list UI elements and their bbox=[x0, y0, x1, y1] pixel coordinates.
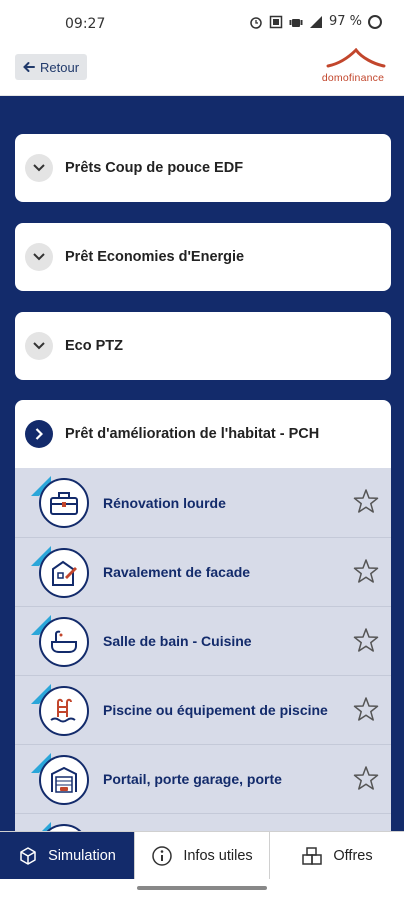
list-item-partial[interactable] bbox=[15, 813, 391, 831]
sub-list: Rénovation lourde Ravalement de facade S… bbox=[15, 468, 391, 831]
accordion-card-expanded[interactable]: Prêt d'amélioration de l'habitat - PCH R… bbox=[15, 400, 391, 831]
logo-text: domofinance bbox=[321, 72, 385, 84]
accordion-card[interactable]: Prêts Coup de pouce EDF bbox=[15, 134, 391, 202]
accordion-title: Prêt d'amélioration de l'habitat - PCH bbox=[65, 426, 320, 442]
android-icon bbox=[289, 18, 303, 27]
chevron-down-icon bbox=[25, 154, 53, 182]
list-item-label: Salle de bain - Cuisine bbox=[103, 633, 252, 649]
accordion-title: Prêt Economies d'Energie bbox=[65, 249, 245, 265]
list-item[interactable]: Rénovation lourde bbox=[15, 468, 391, 537]
accordion-title: Prêts Coup de pouce EDF bbox=[65, 160, 244, 176]
status-icons: 97 % bbox=[249, 14, 382, 29]
app-header: Retour domofinance bbox=[0, 40, 404, 96]
tab-label: Infos utiles bbox=[183, 847, 253, 864]
tab-offres[interactable]: Offres bbox=[269, 832, 404, 879]
boxes-icon bbox=[302, 846, 323, 865]
list-item-label: Rénovation lourde bbox=[103, 494, 226, 511]
chevron-right-icon bbox=[25, 420, 53, 448]
accordion-header[interactable]: Prêt d'amélioration de l'habitat - PCH bbox=[15, 400, 391, 468]
gallery-icon bbox=[269, 15, 283, 28]
star-icon[interactable] bbox=[353, 558, 379, 584]
accordion-card[interactable]: Prêt Economies d'Energie bbox=[15, 223, 391, 291]
signal-icon bbox=[309, 15, 322, 28]
list-item[interactable]: Salle de bain - Cuisine bbox=[15, 606, 391, 675]
arrow-left-icon bbox=[23, 62, 35, 72]
tab-label: Simulation bbox=[48, 847, 116, 864]
list-item-label: Portail, porte garage, porte bbox=[103, 771, 282, 787]
list-item-label: Piscine ou équipement de piscine bbox=[103, 702, 328, 718]
accordion-header[interactable]: Prêts Coup de pouce EDF bbox=[15, 134, 391, 202]
star-icon[interactable] bbox=[353, 488, 379, 514]
back-label: Retour bbox=[40, 59, 80, 75]
list-item[interactable]: Portail, porte garage, porte bbox=[15, 744, 391, 813]
list-item[interactable]: Piscine ou équipement de piscine bbox=[15, 675, 391, 744]
tab-simulation[interactable]: Simulation bbox=[0, 832, 134, 879]
toolbox-icon bbox=[39, 478, 89, 528]
bottom-nav: Simulation Infos utiles Offres bbox=[0, 831, 404, 879]
battery-percent: 97 % bbox=[328, 14, 362, 29]
status-bar: 09:27 97 % bbox=[0, 0, 404, 40]
star-icon[interactable] bbox=[353, 696, 379, 722]
alarm-icon bbox=[250, 16, 262, 29]
tab-infos-utiles[interactable]: Infos utiles bbox=[134, 832, 269, 879]
cube-icon bbox=[20, 846, 36, 865]
chevron-down-icon bbox=[25, 243, 53, 271]
accordion-header[interactable]: Eco PTZ bbox=[15, 312, 391, 380]
star-icon[interactable] bbox=[353, 627, 379, 653]
facade-icon bbox=[39, 548, 89, 598]
main-content: Prêts Coup de pouce EDF Prêt Economies d… bbox=[0, 96, 404, 831]
accordion-header[interactable]: Prêt Economies d'Energie bbox=[15, 223, 391, 291]
roof-logo-icon bbox=[326, 47, 386, 68]
info-icon bbox=[152, 845, 173, 866]
star-icon[interactable] bbox=[353, 765, 379, 791]
pool-ladder-icon bbox=[39, 686, 89, 736]
list-item[interactable]: Ravalement de facade bbox=[15, 537, 391, 606]
accordion-title: Eco PTZ bbox=[65, 338, 124, 354]
back-button[interactable]: Retour bbox=[15, 54, 88, 80]
list-item-label: Ravalement de facade bbox=[103, 564, 251, 580]
brand-logo: domofinance bbox=[318, 47, 388, 88]
accordion-card[interactable]: Eco PTZ bbox=[15, 312, 391, 380]
home-indicator[interactable] bbox=[137, 886, 267, 890]
battery-icon bbox=[368, 14, 382, 29]
status-time: 09:27 bbox=[65, 16, 106, 32]
chevron-down-icon bbox=[25, 332, 53, 360]
tab-label: Offres bbox=[333, 847, 373, 864]
garage-door-icon bbox=[39, 755, 89, 805]
bathtub-icon bbox=[39, 617, 89, 667]
